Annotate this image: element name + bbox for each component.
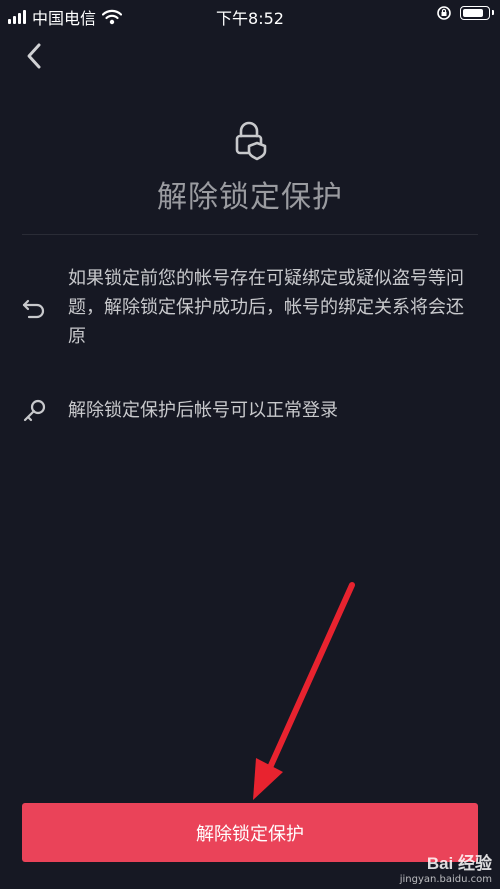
battery-icon bbox=[460, 6, 494, 20]
screen: 中国电信 下午8:52 解除锁定保护 如果锁定前您的帐号存在可疑绑定或疑似盗号等… bbox=[0, 0, 500, 889]
status-time: 下午8:52 bbox=[216, 9, 284, 28]
orientation-lock-icon bbox=[437, 6, 451, 20]
chevron-left-icon bbox=[27, 43, 41, 69]
watermark-url: jingyan.baidu.com bbox=[399, 874, 492, 885]
key-icon bbox=[23, 399, 46, 422]
status-bar: 中国电信 下午8:52 bbox=[0, 0, 500, 30]
watermark-logo: Bai 经验 bbox=[426, 854, 492, 873]
divider bbox=[22, 234, 478, 235]
lock-shield-icon bbox=[235, 121, 267, 161]
info-text: 解除锁定保护后帐号可以正常登录 bbox=[68, 400, 338, 421]
baidu-watermark: Bai 经验 jingyan.baidu.com bbox=[400, 849, 492, 885]
status-right bbox=[436, 5, 494, 21]
info-text: 如果锁定前您的帐号存在可疑绑定或疑似盗号等问题，解除锁定保护成功后，帐号的绑定关… bbox=[68, 268, 464, 347]
battery-fill bbox=[463, 9, 483, 17]
page-title: 解除锁定保护 bbox=[157, 180, 343, 215]
back-button[interactable] bbox=[16, 38, 52, 74]
undo-icon bbox=[22, 299, 45, 319]
